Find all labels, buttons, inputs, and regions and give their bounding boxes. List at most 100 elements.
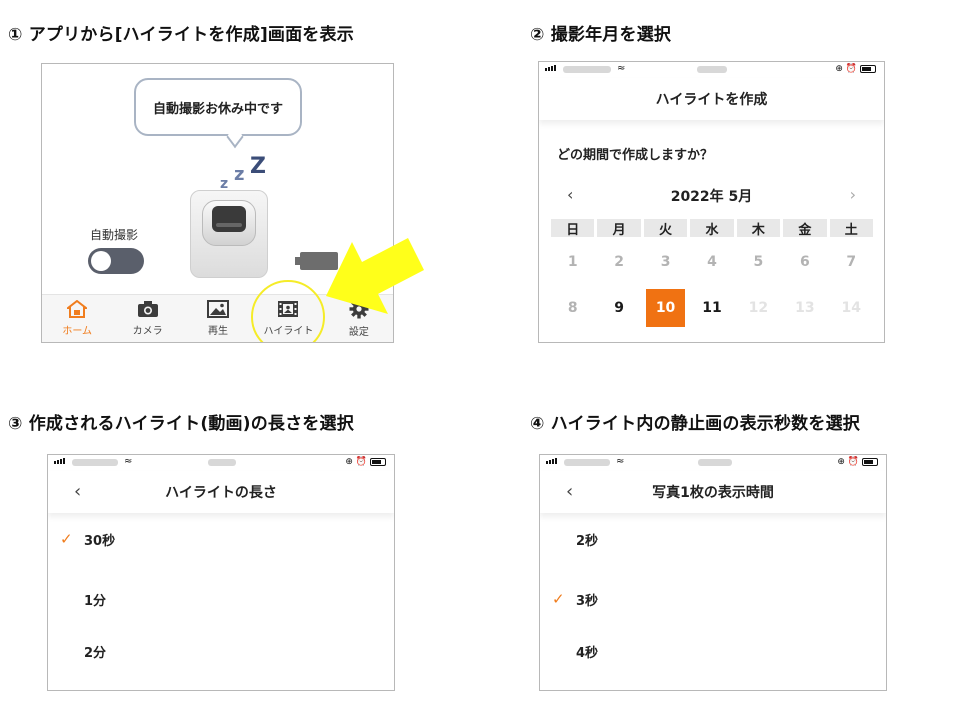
tab-settings-label: 設定 [348, 327, 369, 338]
day-cell: 5 [753, 254, 764, 270]
toggle-knob [91, 251, 111, 271]
option-label: 4秒 [576, 645, 599, 661]
length-option-2m[interactable]: 2分 [48, 625, 394, 677]
day-cell-selected[interactable]: 10 [645, 289, 686, 327]
tab-settings[interactable]: 設定 [324, 295, 393, 342]
duration-option-4s[interactable]: 4秒 [540, 625, 886, 677]
option-label: 3秒 [576, 593, 599, 609]
gear-icon [349, 299, 369, 319]
carrier-blurred [563, 66, 611, 73]
option-label: 30秒 [84, 533, 116, 549]
duration-option-list: 2秒 ✓ 3秒 4秒 [540, 521, 886, 677]
weekday-sun: 日 [551, 219, 595, 238]
length-screen-title: ハイライトの長さ [165, 485, 277, 501]
status-bar: ≈ ⊕ ⏰ [48, 455, 394, 471]
calendar-screen-title: ハイライトを作成 [655, 92, 768, 108]
month-label: 2022年 5月 [670, 189, 753, 205]
weekday-wed: 水 [690, 219, 734, 238]
carrier-blurred [72, 459, 118, 466]
option-label: 2分 [84, 645, 107, 661]
time-blurred [208, 459, 236, 466]
calendar-screen: ≈ ⊕ ⏰ ハイライトを作成 どの期間で作成しますか？ ‹ 2022年 5月 ›… [538, 61, 885, 343]
sleep-z-large: Z [250, 154, 266, 179]
signal-icon [545, 65, 556, 71]
tab-camera[interactable]: カメラ [112, 295, 182, 342]
day-cell: 1 [567, 254, 578, 270]
duration-option-2s[interactable]: 2秒 [540, 521, 886, 557]
tab-playback[interactable]: 再生 [183, 295, 253, 342]
weekday-fri: 金 [783, 219, 827, 238]
day-row-1: 1 2 3 4 5 6 7 [551, 243, 873, 281]
day-cell: 6 [799, 254, 810, 270]
day-cell: 14 [841, 300, 862, 316]
day-cell[interactable]: 11 [690, 289, 733, 327]
weekday-header-row: 日 月 火 水 木 金 土 [551, 219, 873, 238]
checkmark-icon: ✓ [552, 590, 565, 608]
step4-title: ④ ハイライト内の静止画の表示秒数を選択 [530, 414, 860, 434]
status-bar: ≈ ⊕ ⏰ [540, 455, 886, 471]
weekday-thu: 木 [736, 219, 781, 238]
step3-title: ③ 作成されるハイライト(動画)の長さを選択 [8, 414, 354, 434]
length-option-30s[interactable]: ✓ 30秒 [48, 521, 394, 557]
tab-camera-label: カメラ [132, 326, 163, 337]
step1-title: ① アプリから[ハイライトを作成]画面を表示 [8, 25, 354, 45]
status-battery-icon [862, 458, 878, 466]
next-month-button[interactable]: › [850, 185, 856, 204]
signal-icon [54, 458, 65, 464]
auto-shoot-toggle[interactable] [88, 248, 144, 274]
option-label: 1分 [84, 593, 107, 609]
length-screen: ≈ ⊕ ⏰ ‹ ハイライトの長さ ✓ 30秒 1分 2分 [47, 454, 395, 691]
day-cell: 7 [846, 254, 857, 270]
day-cell: 8 [567, 300, 578, 316]
day-cell: 3 [660, 254, 671, 270]
status-right-icons: ⊕ ⏰ [835, 64, 876, 74]
status-glyphs: ⊕ ⏰ [835, 64, 857, 74]
home-screen: 自動撮影お休み中です z z Z 自動撮影 ホーム カメラ 再生 ハイライト 設… [41, 63, 394, 343]
back-button[interactable]: ‹ [74, 481, 81, 502]
duration-option-3s[interactable]: ✓ 3秒 [540, 573, 886, 625]
carrier-blurred [564, 459, 610, 466]
day-cell: 2 [614, 254, 624, 270]
time-blurred [697, 66, 727, 73]
month-header: ‹ 2022年 5月 › [539, 185, 884, 208]
tab-home-label: ホーム [62, 326, 93, 337]
camera-icon [137, 300, 159, 318]
status-battery-icon [370, 458, 386, 466]
wifi-icon: ≈ [617, 63, 626, 74]
image-icon [207, 300, 230, 318]
checkmark-icon: ✓ [60, 530, 73, 548]
camera-lens [212, 206, 246, 232]
length-option-1m[interactable]: 1分 [48, 573, 394, 625]
weekday-tue: 火 [643, 219, 688, 238]
wifi-icon: ≈ [616, 456, 625, 467]
period-question: どの期間で作成しますか？ [557, 148, 714, 163]
status-glyphs: ⊕ ⏰ [837, 457, 859, 467]
duration-screen: ≈ ⊕ ⏰ ‹ 写真1枚の表示時間 2秒 ✓ 3秒 4秒 [539, 454, 887, 691]
signal-icon [546, 458, 557, 464]
wifi-icon: ≈ [124, 456, 133, 467]
day-row-2: 8 9 10 11 12 13 14 [551, 289, 873, 327]
time-blurred [698, 459, 732, 466]
length-navbar: ‹ ハイライトの長さ [48, 471, 394, 513]
length-option-list: ✓ 30秒 1分 2分 [48, 521, 394, 677]
weekday-sat: 土 [829, 219, 873, 238]
day-cell: 12 [748, 300, 769, 316]
day-cell[interactable]: 9 [597, 289, 640, 327]
duration-screen-title: 写真1枚の表示時間 [652, 485, 774, 501]
auto-shoot-label: 自動撮影 [90, 228, 139, 242]
option-label: 2秒 [576, 533, 599, 549]
tab-playback-label: 再生 [208, 326, 229, 337]
day-cell: 4 [707, 254, 717, 270]
tab-home[interactable]: ホーム [42, 295, 112, 342]
home-icon [67, 300, 88, 318]
status-right-icons: ⊕ ⏰ [345, 457, 386, 467]
status-glyphs: ⊕ ⏰ [345, 457, 367, 467]
highlight-tab-annotation-circle [251, 280, 325, 342]
sleep-z-medium: z [234, 164, 245, 185]
duration-navbar: ‹ 写真1枚の表示時間 [540, 471, 886, 513]
step2-title: ② 撮影年月を選択 [530, 25, 672, 45]
back-button[interactable]: ‹ [566, 481, 573, 502]
status-bar: ≈ ⊕ ⏰ [539, 62, 884, 78]
day-cell: 13 [795, 300, 815, 316]
speech-bubble: 自動撮影お休み中です [134, 78, 302, 136]
